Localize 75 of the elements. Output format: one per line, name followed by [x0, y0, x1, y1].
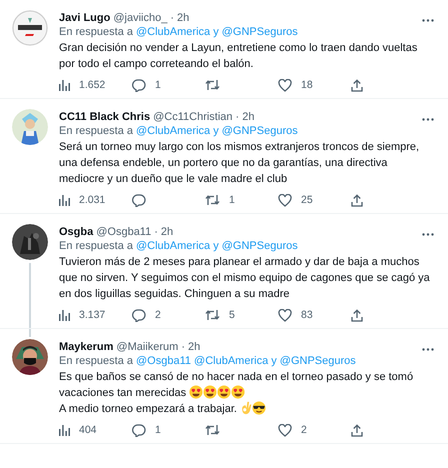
- share-button[interactable]: [351, 194, 363, 206]
- views-button[interactable]: 2.031: [59, 194, 106, 206]
- tweet-text: Es que baños se cansó de no hacer nada en el torneo pasado y se tomó vacaciones tan merecidas: [59, 370, 414, 401]
- separator-dot: ·: [154, 226, 158, 238]
- user-handle[interactable]: @javiicho_: [113, 12, 168, 24]
- separator-dot: ·: [236, 110, 240, 122]
- separator-dot: ·: [170, 12, 174, 24]
- more-icon: [422, 348, 434, 350]
- like-button[interactable]: 2: [278, 424, 307, 436]
- user-name[interactable]: Maykerum: [59, 340, 114, 352]
- reply-icon: [132, 424, 146, 436]
- heart-eyes-emoji-icon: [203, 385, 218, 399]
- share-button[interactable]: [351, 78, 363, 92]
- retweet-icon: [205, 309, 220, 321]
- share-icon: [351, 78, 363, 92]
- user-handle[interactable]: @Cc11Christian: [153, 110, 233, 122]
- reply-icon: [132, 308, 146, 322]
- tweet-text: Gran decisión no vender a Layun, entretiene como lo traen dando vueltas por todo el campo correteando el balón.: [59, 41, 418, 72]
- like-button[interactable]: 25: [278, 194, 313, 206]
- views-icon: [59, 310, 70, 320]
- reply-icon: [132, 194, 146, 206]
- tweet-time[interactable]: 2h: [188, 340, 200, 352]
- user-handle[interactable]: @Maiikerum: [116, 340, 178, 352]
- reply-label: En respuesta a: [59, 124, 133, 139]
- retweet-icon: [205, 424, 220, 436]
- like-button[interactable]: 18: [278, 78, 313, 92]
- views-icon: [59, 194, 70, 206]
- views-button[interactable]: 1.652: [59, 79, 106, 91]
- reply-button[interactable]: [132, 194, 146, 206]
- tweet-text: A medio torneo empezará a trabajar.: [59, 401, 434, 417]
- reply-label: En respuesta a: [59, 239, 133, 254]
- retweet-icon: [205, 194, 220, 206]
- views-button[interactable]: 404: [59, 424, 97, 436]
- heart-icon: [278, 424, 292, 436]
- share-icon: [351, 424, 363, 436]
- user-name[interactable]: Osgba: [59, 226, 94, 238]
- views-button[interactable]: 3.137: [59, 309, 106, 321]
- heart-icon: [278, 308, 292, 322]
- more-icon: [422, 118, 434, 120]
- retweet-button[interactable]: 1: [205, 194, 235, 206]
- share-icon: [351, 308, 363, 322]
- sunglasses-emoji-icon: [252, 401, 266, 415]
- reply-button[interactable]: 1: [132, 78, 161, 92]
- like-button[interactable]: 83: [278, 308, 313, 322]
- reply-button[interactable]: 2: [132, 308, 161, 322]
- retweet-button[interactable]: [205, 79, 220, 91]
- share-button[interactable]: [351, 424, 363, 436]
- views-icon: [59, 424, 70, 436]
- reply-icon: [132, 78, 146, 92]
- share-icon: [351, 194, 363, 206]
- retweet-button[interactable]: [205, 424, 220, 436]
- tweet-text: Será un torneo muy largo con los mismos extranjeros troncos de siempre, una defensa endeble, un portero que no da garantías, una directiva mediocre y un dueño que le vale madre el club: [59, 140, 420, 187]
- share-button[interactable]: [351, 308, 363, 322]
- user-handle[interactable]: @Osgba11: [96, 226, 152, 238]
- more-icon: [422, 232, 434, 236]
- heart-icon: [278, 194, 292, 206]
- tweet-text: Tuvieron más de 2 meses para planear el armado y dar de baja a muchos que no sirven. Y seguimos con el mismo equipo de cagones que se cagó ya en dos liguillas seguidas. Chinguen a su madre: [59, 255, 431, 302]
- reply-label: En respuesta a: [59, 25, 133, 40]
- user-name[interactable]: CC11 Black Chris: [59, 110, 150, 122]
- reply-button[interactable]: 1: [132, 424, 161, 436]
- views-icon: [59, 80, 70, 90]
- reply-label: En respuesta a: [59, 354, 133, 369]
- retweet-button[interactable]: 5: [205, 309, 235, 321]
- heart-eyes-emoji-icon: [189, 385, 204, 399]
- heart-eyes-emoji-icon: [231, 385, 246, 399]
- separator-dot: ·: [181, 340, 185, 352]
- ok-hand-emoji-icon: [240, 401, 252, 415]
- user-name[interactable]: Javi Lugo: [59, 12, 110, 24]
- more-icon: [422, 18, 434, 22]
- retweet-icon: [205, 79, 220, 91]
- tweet-time[interactable]: 2h: [176, 12, 190, 24]
- tweet-time[interactable]: 2h: [242, 110, 254, 122]
- heart-icon: [278, 78, 292, 92]
- tweet-time[interactable]: 2h: [160, 226, 174, 238]
- heart-eyes-emoji-icon: [217, 385, 232, 399]
